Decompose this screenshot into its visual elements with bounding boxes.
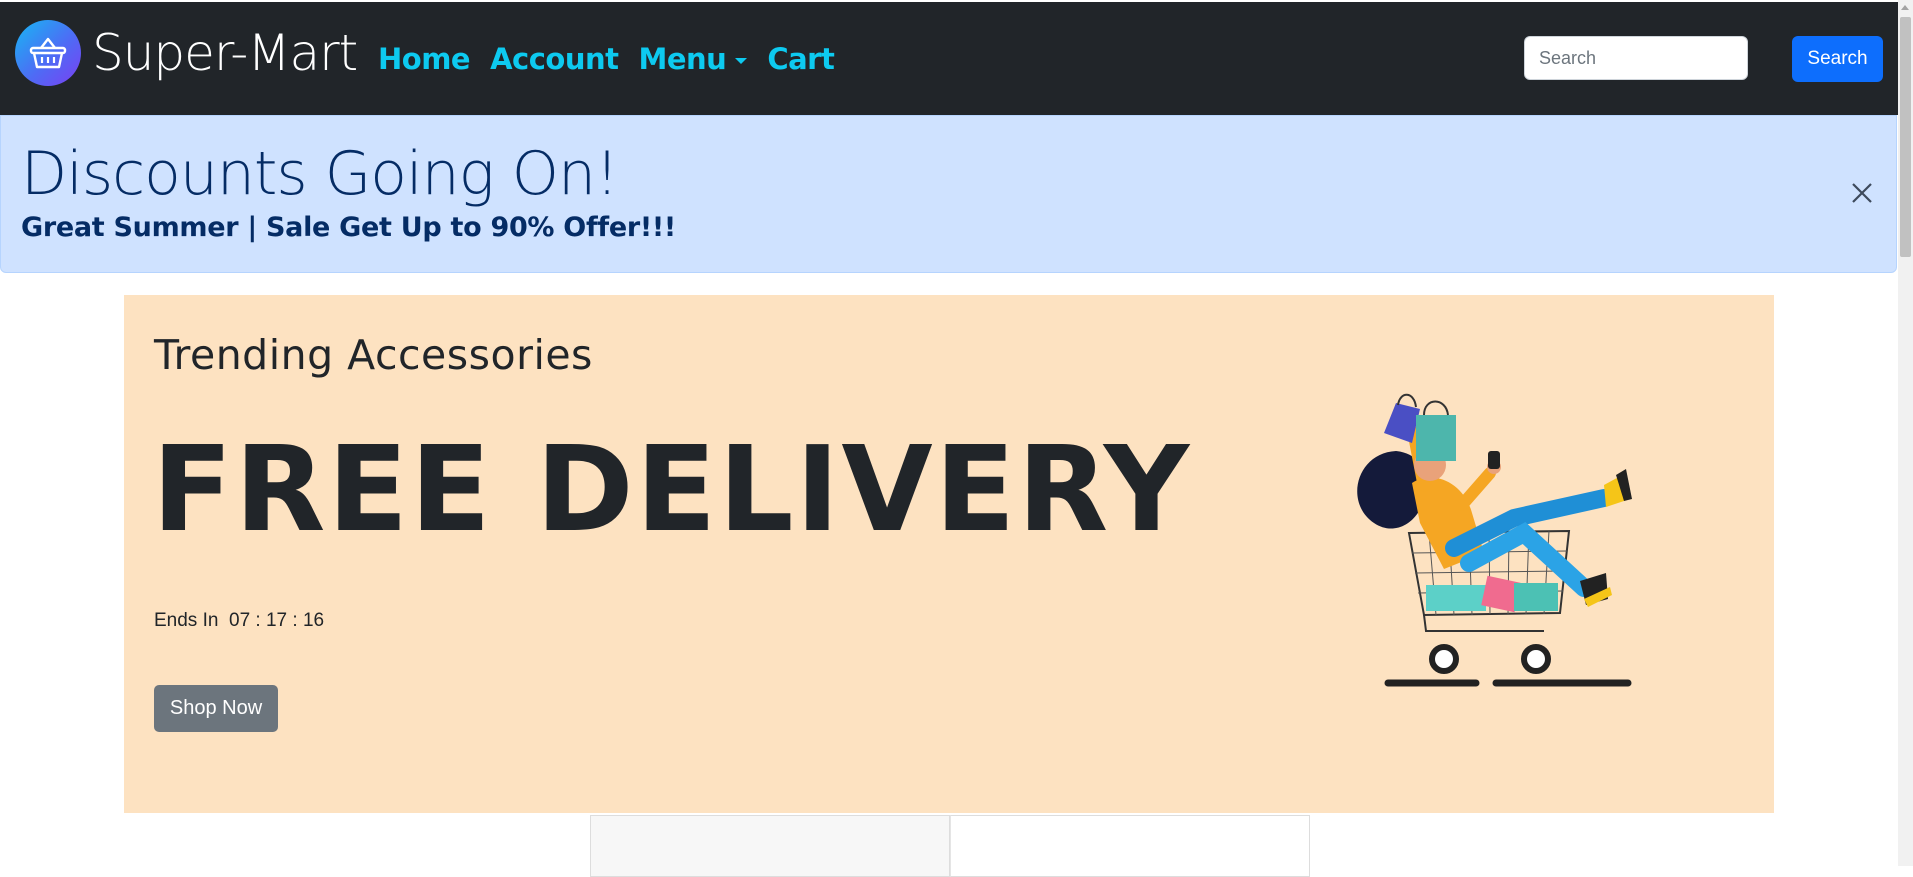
shopping-basket-icon [15, 20, 81, 86]
nav-link-home[interactable]: Home [378, 42, 471, 76]
scroll-up-arrow-icon[interactable] [1901, 5, 1909, 10]
nav-link-account[interactable]: Account [490, 42, 619, 76]
shopping-cart-illustration [1357, 393, 1632, 687]
caret-down-icon [735, 58, 748, 64]
search-input[interactable] [1524, 36, 1748, 80]
hero-title: FREE DELIVERY [152, 420, 1192, 558]
product-card[interactable] [590, 815, 950, 877]
shop-now-button[interactable]: Shop Now [154, 685, 278, 732]
alert-text: Great Summer | Sale Get Up to 90% Offer!… [21, 212, 676, 243]
timer-value: 07 : 17 : 16 [229, 610, 325, 631]
navbar: Super-Mart Home Account Menu Cart Search [0, 2, 1898, 115]
nav-link-menu-label: Menu [638, 42, 727, 76]
countdown-timer: Ends In 07 : 17 : 16 [154, 610, 324, 632]
brand[interactable]: Super-Mart [15, 20, 358, 86]
discount-alert: Discounts Going On! Great Summer | Sale … [0, 115, 1897, 273]
alert-heading: Discounts Going On! [21, 139, 619, 209]
close-icon[interactable] [1845, 176, 1879, 210]
nav-link-cart[interactable]: Cart [767, 42, 835, 76]
product-card[interactable] [950, 815, 1310, 877]
search-button[interactable]: Search [1792, 36, 1883, 82]
scrollbar-thumb[interactable] [1900, 17, 1911, 257]
nav-dropdown-menu[interactable]: Menu [639, 42, 748, 76]
brand-name[interactable]: Super-Mart [92, 28, 358, 78]
nav-links: Home Account Menu Cart [378, 42, 854, 76]
page-scrollbar[interactable] [1898, 0, 1913, 866]
timer-label: Ends In [154, 610, 219, 631]
hero-banner: Trending Accessories FREE DELIVERY Ends … [124, 295, 1774, 813]
hero-subtitle: Trending Accessories [154, 331, 593, 379]
